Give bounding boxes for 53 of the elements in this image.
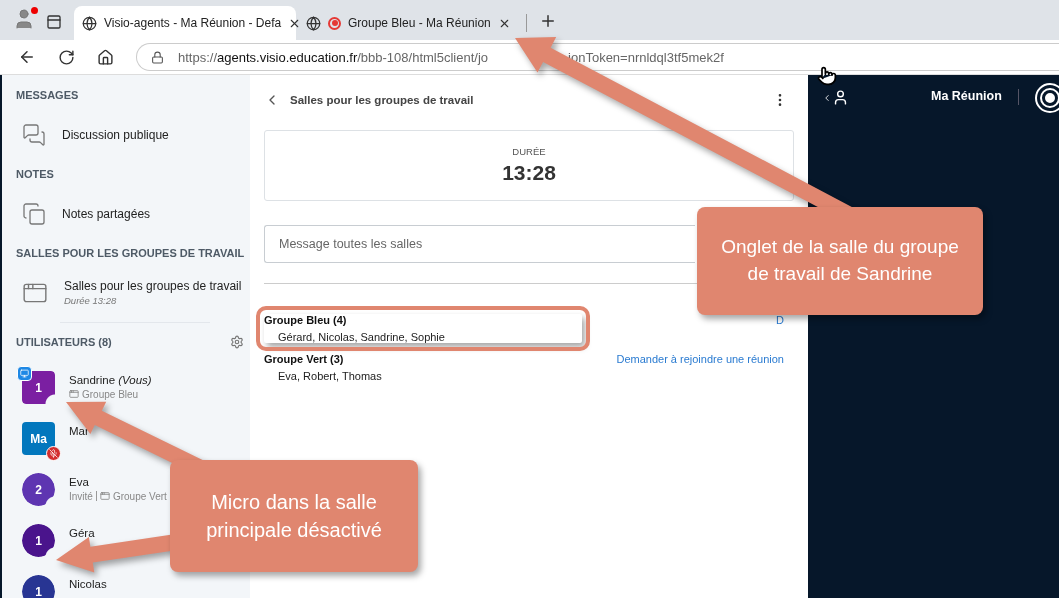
room-icon [99, 491, 110, 501]
duration-label: DURÉE [512, 146, 546, 157]
duration-value: 13:28 [502, 161, 556, 185]
annotation-callout: Micro dans la salle principale désactivé [170, 460, 418, 572]
new-tab-icon[interactable] [539, 12, 557, 30]
reload-icon[interactable] [58, 48, 75, 66]
user-room: Groupe Vert [112, 490, 167, 502]
tab-panel-icon[interactable] [46, 14, 62, 30]
group-members: Gérard, Nicolas, Sandrine, Sophie [277, 331, 446, 343]
user-avatar: 2 [22, 473, 55, 506]
group-members: Eva, Robert, Thomas [277, 370, 383, 382]
globe-icon [82, 15, 97, 31]
browser-tab[interactable]: Visio-agents - Ma Réunion - Defa [74, 6, 296, 40]
record-button[interactable] [1034, 83, 1059, 113]
section-heading: MESSAGES [16, 88, 80, 103]
user-list-toggle-icon[interactable] [822, 89, 849, 106]
room-icon [69, 389, 79, 399]
section-heading: SALLES POUR LES GROUPES DE TRAVAIL [16, 246, 246, 261]
back-icon[interactable] [18, 48, 36, 66]
user-avatar: 1 [22, 575, 55, 598]
user-room: Groupe Bleu [82, 388, 139, 400]
settings-icon[interactable] [230, 335, 244, 349]
chat-bubbles-icon [22, 122, 46, 147]
annotation-callout: Onglet de la salle du groupe de travail de Sandrine [697, 207, 983, 315]
user-name: Eva [69, 475, 90, 488]
join-link[interactable]: Demander à rejoindre une réunion [616, 353, 784, 382]
user-avatar: 1 [22, 371, 55, 404]
user-name: Géra [69, 526, 95, 539]
lock-icon [151, 50, 164, 64]
presenter-icon [17, 366, 32, 381]
section-heading: NOTES [16, 167, 55, 182]
message-field[interactable]: Message toutes les salles [264, 225, 695, 263]
group-name: Groupe Vert (3) [264, 353, 345, 365]
sidebar-item[interactable]: Notes partagées [16, 184, 250, 243]
user-avatar: Ma [22, 422, 55, 455]
user-avatar: 1 [22, 524, 55, 557]
user-name: Sandrine (Vous) [69, 373, 152, 386]
meeting-title: Ma Réunion [931, 89, 1002, 103]
user-name: Mar [69, 424, 89, 437]
user-name: Nicolas [69, 577, 107, 590]
sidebar-item[interactable]: Salles pour les groupes de travail Durée 13:28 [16, 263, 250, 322]
join-link[interactable]: D [776, 314, 784, 343]
globe-icon [306, 15, 321, 31]
documents-icon [22, 201, 46, 226]
browser-tab[interactable]: Groupe Bleu - Ma Réunion [298, 6, 516, 40]
group-name: Groupe Bleu (4) [264, 314, 348, 326]
record-icon [328, 16, 341, 30]
user-role: Invité [69, 490, 93, 502]
section-heading: UTILISATEURS (8) [16, 336, 112, 348]
panel-title: Salles pour les groupes de travail [290, 94, 475, 106]
sidebar-item[interactable]: Discussion publique [16, 105, 250, 164]
home-icon[interactable] [97, 48, 114, 66]
mic-off-icon [46, 446, 61, 461]
